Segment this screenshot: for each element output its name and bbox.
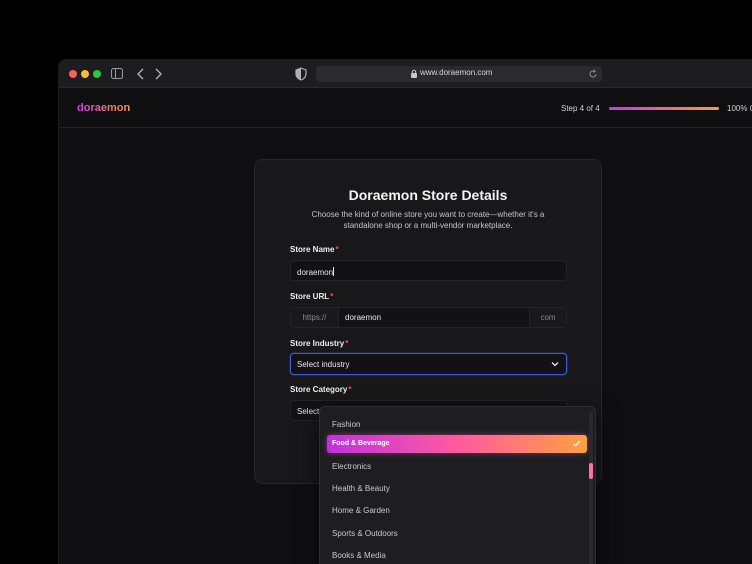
text-caret (333, 267, 335, 276)
reload-icon[interactable] (588, 69, 598, 79)
page-title: Doraemon Store Details (348, 187, 508, 203)
browser-toolbar: www.doraemon.com (59, 60, 752, 88)
chevron-down-icon (551, 362, 559, 367)
dropdown-option-electronics[interactable]: Electronics (332, 462, 371, 471)
required-mark: * (348, 385, 352, 394)
lock-icon (411, 69, 417, 78)
dropdown-option-food-beverage[interactable]: Food & Beverage (327, 435, 587, 453)
app-header: doraemon Step 4 of 4 100% C (59, 89, 752, 128)
store-industry-label: Store Industry* (290, 339, 349, 348)
required-mark: * (345, 339, 349, 348)
dropdown-option-health-beauty[interactable]: Health & Beauty (332, 484, 390, 493)
back-arrow-icon[interactable] (135, 67, 147, 81)
address-bar-url: www.doraemon.com (420, 68, 493, 77)
minimize-window-button[interactable] (81, 70, 89, 78)
store-industry-select[interactable]: Select industry (290, 353, 567, 375)
store-name-value: doraemon (297, 268, 334, 277)
close-window-button[interactable] (69, 70, 77, 78)
dropdown-option-label: Food & Beverage (332, 440, 390, 447)
store-category-label: Store Category* (290, 385, 352, 394)
dropdown-option-fashion[interactable]: Fashion (332, 420, 360, 429)
required-mark: * (335, 245, 339, 254)
checkmark-icon (573, 440, 581, 447)
address-bar[interactable]: www.doraemon.com (316, 66, 602, 82)
dropdown-option-sports-outdoors[interactable]: Sports & Outdoors (332, 529, 398, 538)
progress-fill (609, 107, 719, 110)
industry-dropdown-menu: Fashion Food & Beverage Electronics Heal… (319, 406, 596, 564)
brand-logo[interactable]: doraemon (77, 102, 130, 114)
dropdown-option-books-media[interactable]: Books & Media (332, 551, 386, 560)
dropdown-option-home-garden[interactable]: Home & Garden (332, 506, 390, 515)
url-prefix: https:// (291, 308, 339, 327)
page-subtitle: Choose the kind of online store you want… (311, 210, 545, 230)
store-industry-value: Select industry (297, 360, 350, 369)
store-url-field: https:// doraemon com (290, 307, 567, 328)
progress-percent: 100% C (727, 104, 752, 113)
shield-icon[interactable] (295, 67, 307, 81)
store-url-label: Store URL* (290, 292, 334, 301)
sidebar-toggle-icon[interactable] (111, 68, 123, 79)
progress-bar (609, 107, 719, 110)
dropdown-scrollbar-thumb[interactable] (589, 463, 593, 479)
zoom-window-button[interactable] (93, 70, 101, 78)
step-indicator: Step 4 of 4 (561, 104, 600, 113)
store-category-value: Select (297, 407, 320, 416)
store-name-label: Store Name* (290, 245, 339, 254)
store-url-input[interactable]: doraemon (345, 313, 381, 322)
dropdown-scrollbar-track[interactable] (589, 411, 593, 564)
url-suffix: com (529, 308, 566, 327)
required-mark: * (330, 292, 334, 301)
store-name-input[interactable]: doraemon (290, 260, 567, 281)
forward-arrow-icon[interactable] (152, 67, 164, 81)
